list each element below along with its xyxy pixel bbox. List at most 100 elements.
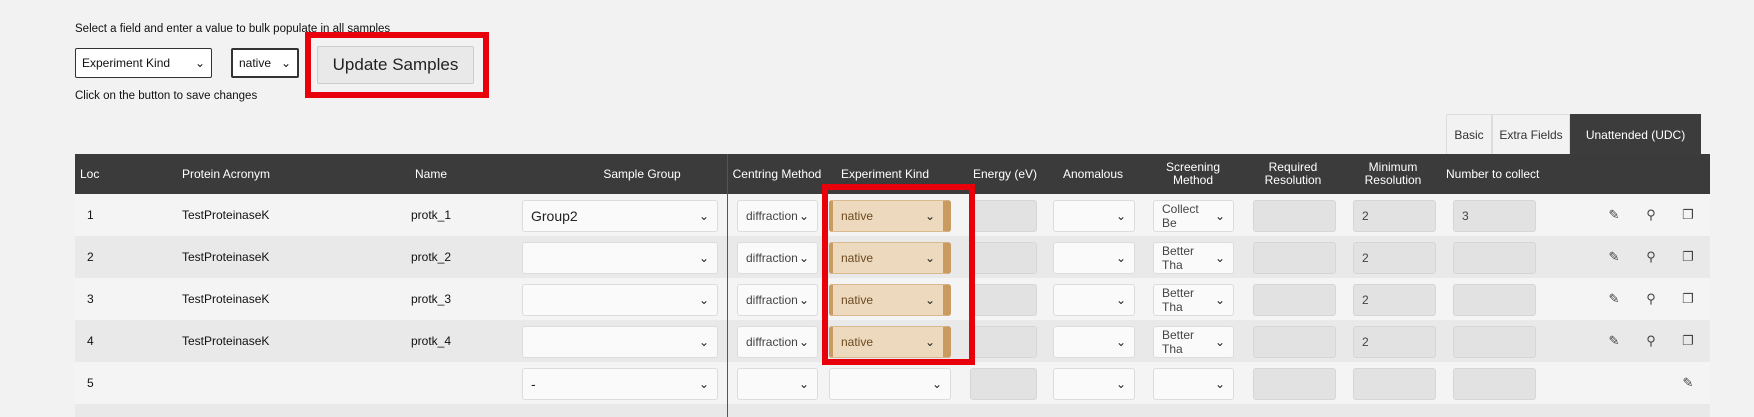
centring-method-select[interactable]: diffraction ⌄ — [737, 242, 818, 274]
sample-group-value: Group2 — [531, 208, 578, 224]
chevron-down-icon: ⌄ — [1214, 377, 1225, 391]
number-to-collect-input[interactable] — [1453, 242, 1536, 274]
cell-protein: TestProteinaseK — [182, 208, 270, 222]
search-icon[interactable]: ⚲ — [1642, 332, 1660, 350]
chevron-down-icon: ⌄ — [1115, 251, 1126, 265]
minimum-resolution-input[interactable]: 2 — [1353, 326, 1436, 358]
clone-icon[interactable]: ❐ — [1679, 206, 1697, 224]
table-row: 5 - ⌄ ⌄ ⌄ ⌄ ⌄ ✎ — [75, 362, 1710, 404]
chevron-down-icon: ⌄ — [1214, 251, 1225, 265]
centring-value: diffraction — [746, 293, 798, 307]
number-to-collect-input[interactable] — [1453, 368, 1536, 400]
tab-basic[interactable]: Basic — [1446, 114, 1492, 154]
energy-input[interactable] — [970, 284, 1037, 316]
sample-group-select[interactable]: ⌄ — [522, 326, 718, 358]
tab-extra-fields[interactable]: Extra Fields — [1492, 114, 1570, 154]
search-icon[interactable]: ⚲ — [1642, 290, 1660, 308]
edit-icon[interactable]: ✎ — [1605, 248, 1623, 266]
minimum-value: 2 — [1362, 293, 1369, 307]
clone-icon[interactable]: ❐ — [1679, 248, 1697, 266]
tab-unattended-udc[interactable]: Unattended (UDC) — [1570, 114, 1701, 154]
sample-group-select[interactable]: ⌄ — [522, 284, 718, 316]
chevron-down-icon: ⌄ — [1214, 335, 1225, 349]
centring-method-select[interactable]: diffraction ⌄ — [737, 200, 818, 232]
chevron-down-icon: ⌄ — [1115, 209, 1126, 223]
edit-icon[interactable]: ✎ — [1605, 290, 1623, 308]
minimum-resolution-input[interactable] — [1353, 368, 1436, 400]
col-minimum-resolution: Minimum Resolution — [1364, 160, 1422, 187]
sample-group-select[interactable]: Group2 ⌄ — [522, 200, 718, 232]
chevron-down-icon: ⌄ — [698, 209, 709, 223]
screening-value: Better Tha — [1162, 328, 1195, 356]
edit-icon[interactable]: ✎ — [1605, 206, 1623, 224]
screening-method-select[interactable]: Better Tha ⌄ — [1153, 326, 1234, 358]
bulk-field-value: Experiment Kind — [82, 56, 171, 70]
anomalous-select[interactable]: ⌄ — [1053, 284, 1135, 316]
minimum-resolution-input[interactable]: 2 — [1353, 200, 1436, 232]
edit-icon[interactable]: ✎ — [1679, 374, 1697, 392]
centring-method-select[interactable]: ⌄ — [737, 368, 818, 400]
minimum-value: 2 — [1362, 251, 1369, 265]
energy-input[interactable] — [970, 242, 1037, 274]
cell-protein: TestProteinaseK — [182, 292, 270, 306]
highlight-experiment-kind — [822, 184, 975, 365]
cell-protein: TestProteinaseK — [182, 250, 270, 264]
anomalous-select[interactable]: ⌄ — [1053, 200, 1135, 232]
screening-method-select[interactable]: Better Tha ⌄ — [1153, 242, 1234, 274]
screening-method-select[interactable]: ⌄ — [1153, 368, 1234, 400]
cell-name: protk_2 — [411, 250, 452, 264]
sample-group-value: - — [531, 376, 536, 392]
centring-method-select[interactable]: diffraction ⌄ — [737, 326, 818, 358]
centring-method-select[interactable]: diffraction ⌄ — [737, 284, 818, 316]
chevron-down-icon: ⌄ — [1115, 335, 1126, 349]
chevron-down-icon: ⌄ — [698, 335, 709, 349]
sample-group-select[interactable]: ⌄ — [522, 242, 718, 274]
centring-value: diffraction — [746, 335, 798, 349]
chevron-down-icon: ⌄ — [698, 251, 709, 265]
required-resolution-input[interactable] — [1253, 368, 1336, 400]
bulk-value-select[interactable]: native ⌄ — [231, 48, 299, 78]
anomalous-select[interactable]: ⌄ — [1053, 326, 1135, 358]
clone-icon[interactable]: ❐ — [1679, 290, 1697, 308]
energy-input[interactable] — [970, 368, 1037, 400]
screening-method-select[interactable]: Better Tha ⌄ — [1153, 284, 1234, 316]
bulk-value-text: native — [239, 56, 272, 70]
col-required-resolution: Required Resolution — [1264, 160, 1322, 187]
col-name: Name — [415, 166, 448, 181]
cell-name: protk_3 — [411, 292, 452, 306]
screening-method-select[interactable]: Collect Be ⌄ — [1153, 200, 1234, 232]
required-resolution-input[interactable] — [1253, 326, 1336, 358]
minimum-resolution-input[interactable]: 2 — [1353, 284, 1436, 316]
anomalous-select[interactable]: ⌄ — [1053, 242, 1135, 274]
chevron-down-icon: ⌄ — [798, 209, 809, 223]
required-resolution-input[interactable] — [1253, 200, 1336, 232]
experiment-kind-select[interactable]: ⌄ — [829, 368, 951, 400]
bulk-field-select[interactable]: Experiment Kind ⌄ — [75, 48, 212, 78]
col-centring-method: Centring Method — [732, 166, 822, 181]
cell-loc: 3 — [87, 292, 94, 306]
edit-icon[interactable]: ✎ — [1605, 332, 1623, 350]
sample-group-select[interactable]: - ⌄ — [522, 368, 718, 400]
number-to-collect-input[interactable]: 3 — [1453, 200, 1536, 232]
number-to-collect-input[interactable] — [1453, 284, 1536, 316]
search-icon[interactable]: ⚲ — [1642, 248, 1660, 266]
chevron-down-icon: ⌄ — [1115, 377, 1126, 391]
cell-loc: 1 — [87, 208, 94, 222]
number-to-collect-input[interactable] — [1453, 326, 1536, 358]
cell-loc: 4 — [87, 334, 94, 348]
minimum-resolution-input[interactable]: 2 — [1353, 242, 1436, 274]
chevron-down-icon: ⌄ — [1214, 209, 1225, 223]
search-icon[interactable]: ⚲ — [1642, 206, 1660, 224]
required-resolution-input[interactable] — [1253, 242, 1336, 274]
col-energy: Energy (eV) — [972, 166, 1038, 181]
energy-input[interactable] — [970, 200, 1037, 232]
chevron-down-icon: ⌄ — [194, 56, 205, 70]
view-tabs: Basic Extra Fields Unattended (UDC) — [1446, 114, 1701, 154]
required-resolution-input[interactable] — [1253, 284, 1336, 316]
clone-icon[interactable]: ❐ — [1679, 332, 1697, 350]
col-loc: Loc — [80, 166, 100, 181]
cell-protein: TestProteinaseK — [182, 334, 270, 348]
anomalous-select[interactable]: ⌄ — [1053, 368, 1135, 400]
energy-input[interactable] — [970, 326, 1037, 358]
chevron-down-icon: ⌄ — [931, 377, 942, 391]
